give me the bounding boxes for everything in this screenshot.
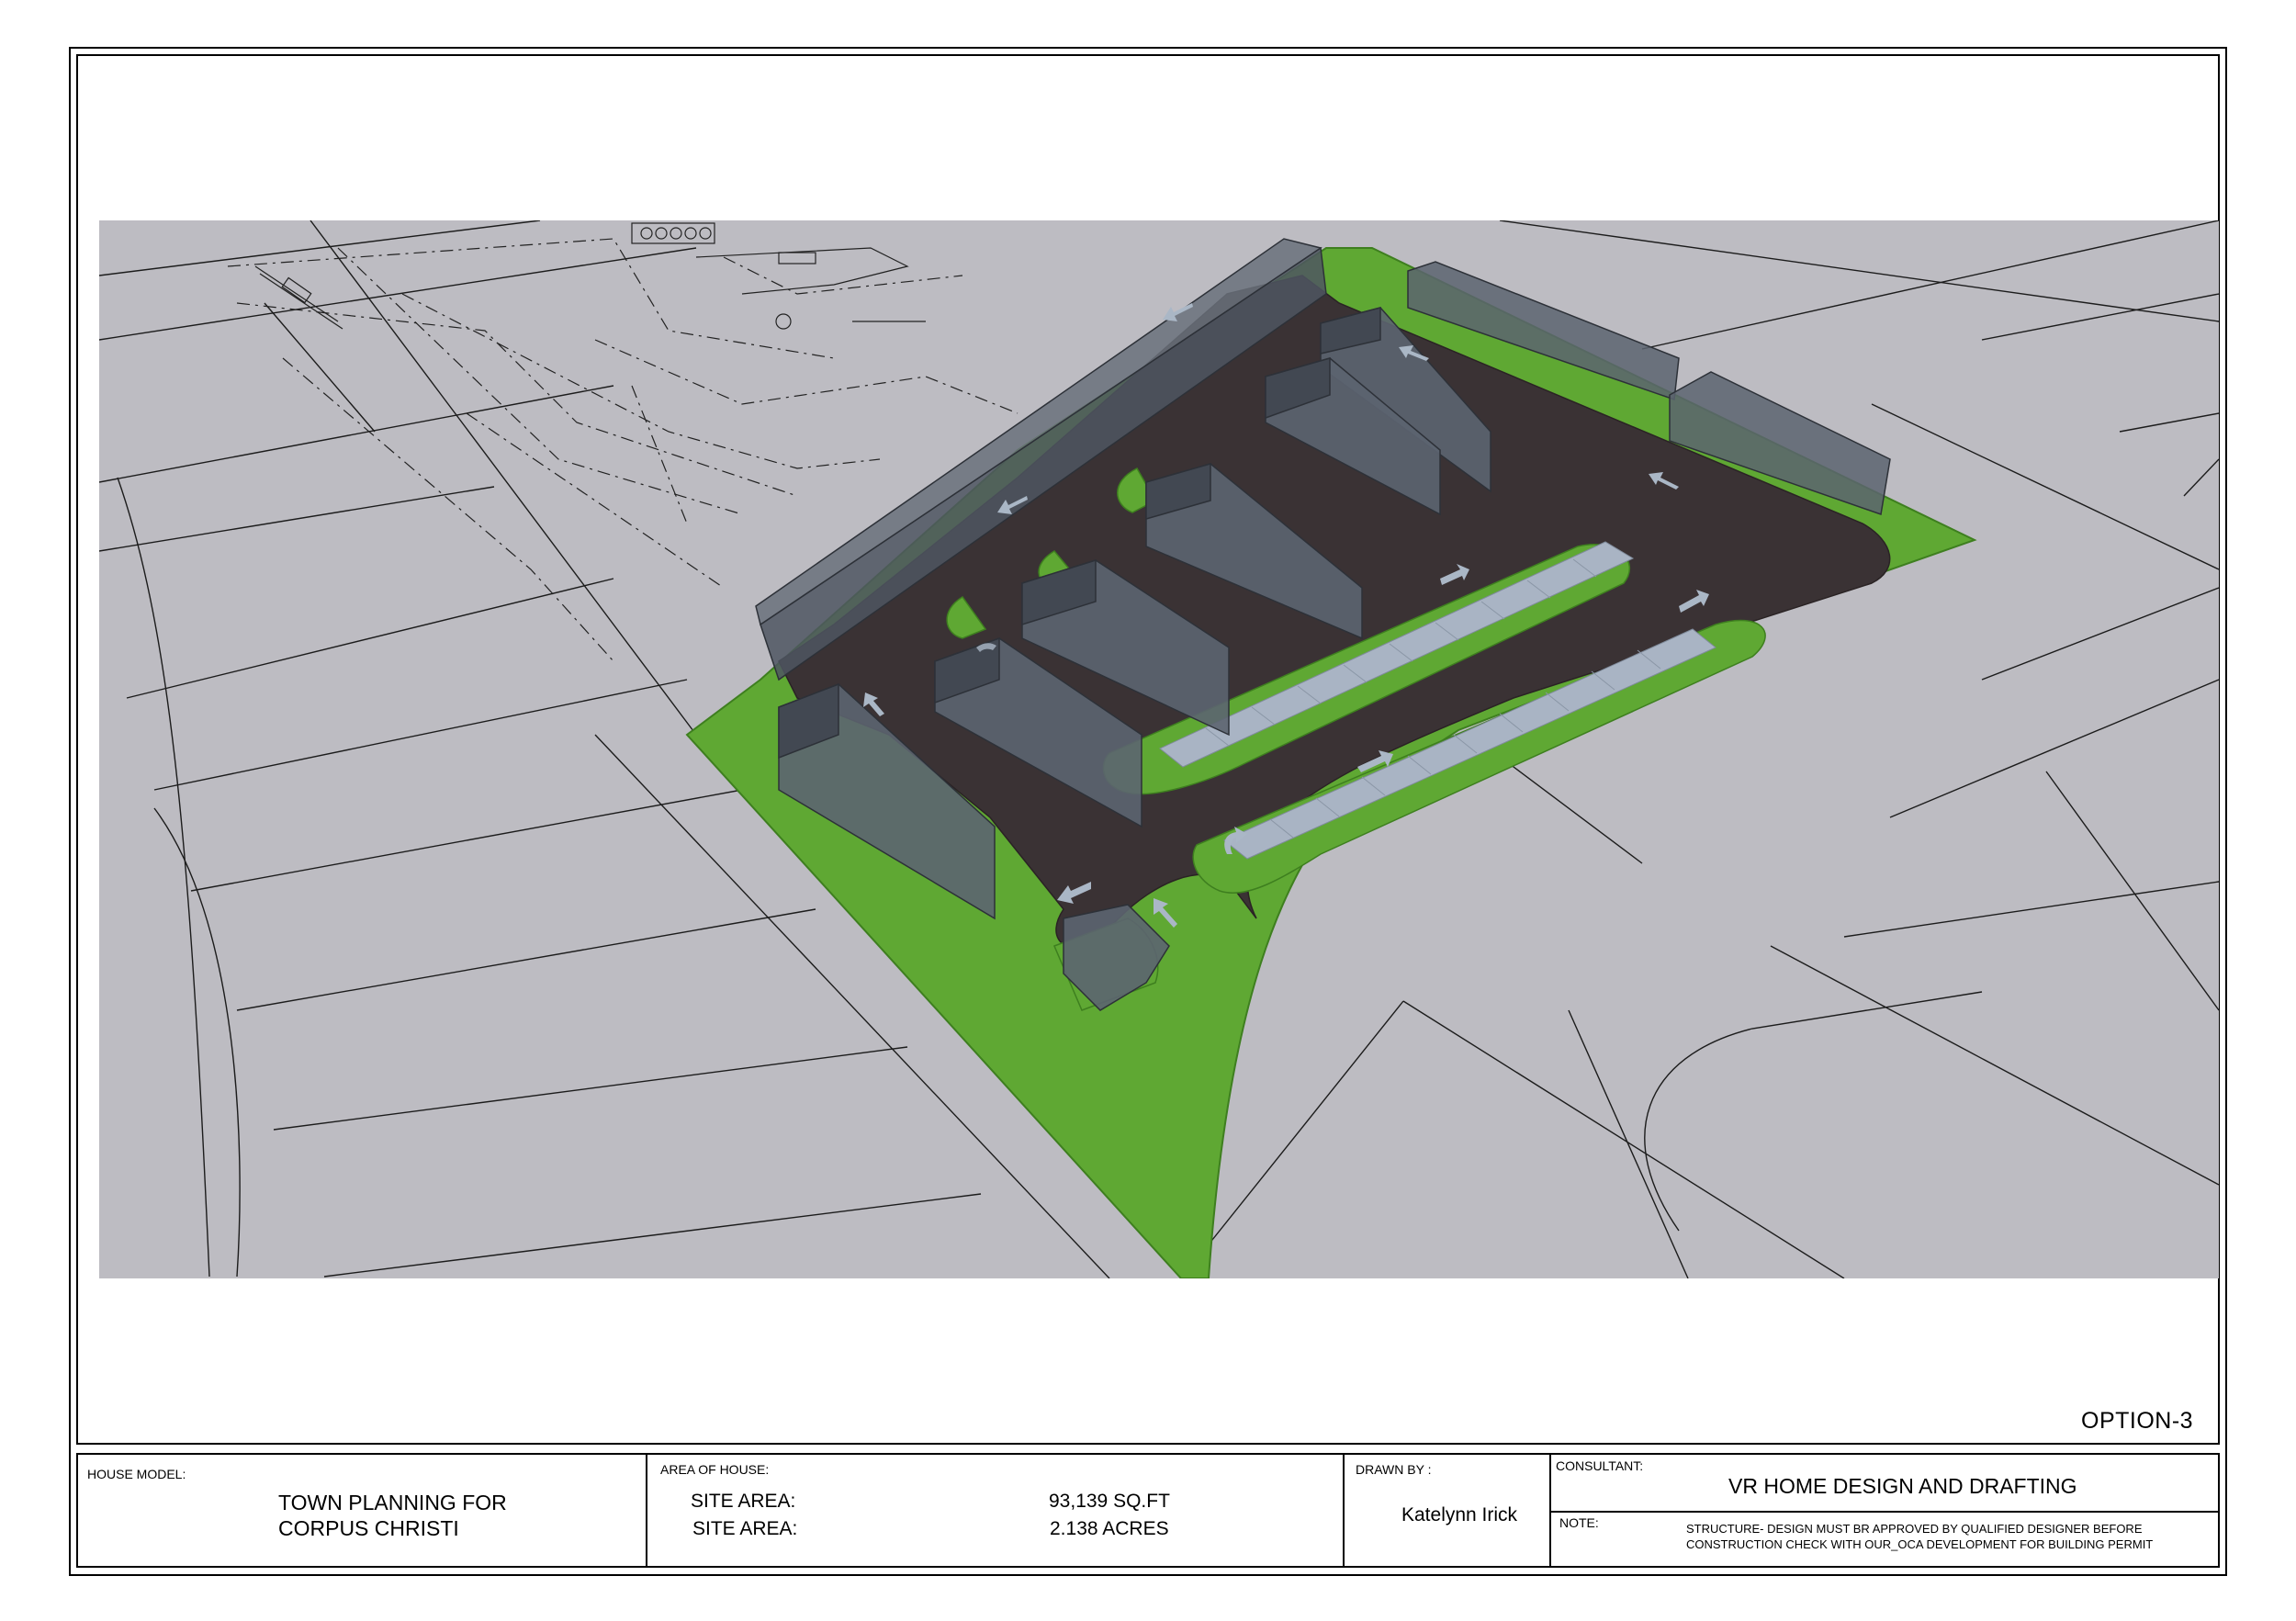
house-model-label: HOUSE MODEL: (87, 1467, 186, 1481)
area-cell: AREA OF HOUSE: SITE AREA: 93,139 SQ.FT S… (647, 1455, 1345, 1566)
option-label: OPTION-3 (2081, 1408, 2194, 1434)
site-area-value-2: 2.138 ACRES (1050, 1518, 1169, 1539)
drawn-by-label: DRAWN BY : (1356, 1462, 1432, 1477)
survey-details (254, 222, 926, 330)
note-line1: STRUCTURE- DESIGN MUST BR APPROVED BY QU… (1686, 1522, 2143, 1536)
drawn-by-name: Katelynn Irick (1401, 1504, 1518, 1525)
consultant-label: CONSULTANT: (1556, 1458, 1644, 1473)
house-model-cell: HOUSE MODEL: TOWN PLANNING FOR CORPUS CH… (78, 1455, 647, 1566)
note-line2: CONSTRUCTION CHECK WITH OUR_OCA DEVELOPM… (1686, 1537, 2154, 1551)
site-area-label-2: SITE AREA: (692, 1518, 798, 1539)
consultant-name: VR HOME DESIGN AND DRAFTING (1728, 1474, 2077, 1498)
consultant-cell: CONSULTANT: VR HOME DESIGN AND DRAFTING … (1551, 1455, 2218, 1566)
title-block: HOUSE MODEL: TOWN PLANNING FOR CORPUS CH… (76, 1453, 2220, 1568)
drawn-by-cell: DRAWN BY : Katelynn Irick (1345, 1455, 1551, 1566)
project-title-line1: TOWN PLANNING FOR (278, 1491, 507, 1514)
area-label: AREA OF HOUSE: (660, 1462, 770, 1477)
consultant-divider (1551, 1511, 2218, 1513)
site-area-value-1: 93,139 SQ.FT (1049, 1491, 1170, 1512)
site-plan-3d-render (99, 220, 2219, 1278)
project-title-line2: CORPUS CHRISTI (278, 1516, 459, 1540)
site-area-label-1: SITE AREA: (691, 1491, 796, 1512)
note-label: NOTE: (1559, 1515, 1599, 1530)
